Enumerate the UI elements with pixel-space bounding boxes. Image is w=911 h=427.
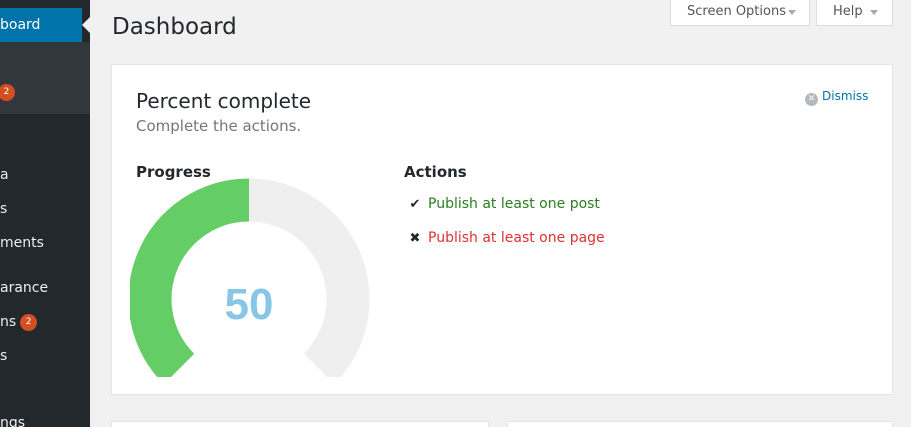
widget-subtitle: Complete the actions.: [136, 117, 302, 135]
help-label: Help: [833, 4, 863, 19]
action-label: Publish at least one page: [428, 230, 605, 246]
actions-heading: Actions: [404, 163, 467, 181]
dismiss-link[interactable]: ✕ Dismiss: [805, 89, 868, 106]
sidebar-item-label: ngs: [0, 415, 26, 427]
sidebar-item-media[interactable]: a: [0, 160, 9, 190]
checkmark-icon: ✔: [409, 197, 421, 212]
sidebar-item-settings[interactable]: ngs: [0, 408, 25, 427]
sidebar-item-plugins[interactable]: ns 2: [0, 307, 38, 337]
sidebar-submenu: 2: [0, 42, 90, 114]
sidebar-item-users[interactable]: s: [0, 341, 7, 371]
sidebar-item-dashboard[interactable]: board: [0, 8, 82, 42]
chevron-down-icon: [870, 10, 878, 15]
dashboard-widget-right: [507, 421, 893, 427]
sidebar-item-appearance[interactable]: arance: [0, 273, 48, 303]
sidebar-item-label: ns: [0, 314, 17, 330]
action-item-page: ✖ Publish at least one page: [408, 230, 605, 246]
update-count-badge: 2: [0, 83, 15, 101]
sidebar-item-label: a: [0, 167, 9, 183]
admin-sidebar: board 2 a s ments arance ns 2 s ngs: [0, 0, 90, 427]
action-item-post: ✔ Publish at least one post: [408, 196, 600, 212]
action-label: Publish at least one post: [428, 196, 600, 212]
screen-options-button[interactable]: Screen Options: [670, 0, 810, 26]
dismiss-label: Dismiss: [822, 89, 869, 103]
sidebar-item-label: s: [0, 348, 8, 364]
dashboard-widget-left: [111, 421, 489, 427]
close-icon: ✕: [805, 93, 818, 106]
plugin-count-badge: 2: [20, 313, 38, 331]
sidebar-item-pages[interactable]: s: [0, 194, 7, 224]
progress-value: 50: [225, 280, 274, 329]
sidebar-item-updates[interactable]: 2: [0, 77, 15, 107]
sidebar-item-label: arance: [0, 280, 49, 296]
screen-options-label: Screen Options: [687, 4, 786, 19]
chevron-down-icon: [788, 10, 796, 15]
page-title: Dashboard: [112, 14, 237, 40]
sidebar-item-label: ments: [0, 235, 44, 251]
cross-icon: ✖: [409, 231, 421, 246]
sidebar-item-comments[interactable]: ments: [0, 228, 44, 258]
percent-complete-widget: Percent complete Complete the actions. ✕…: [111, 64, 893, 395]
sidebar-item-label: board: [0, 17, 41, 33]
progress-gauge: 50: [130, 178, 370, 377]
active-item-arrow: [82, 17, 90, 33]
sidebar-item-label: s: [0, 201, 8, 217]
help-button[interactable]: Help: [816, 0, 893, 26]
widget-title: Percent complete: [136, 89, 312, 113]
